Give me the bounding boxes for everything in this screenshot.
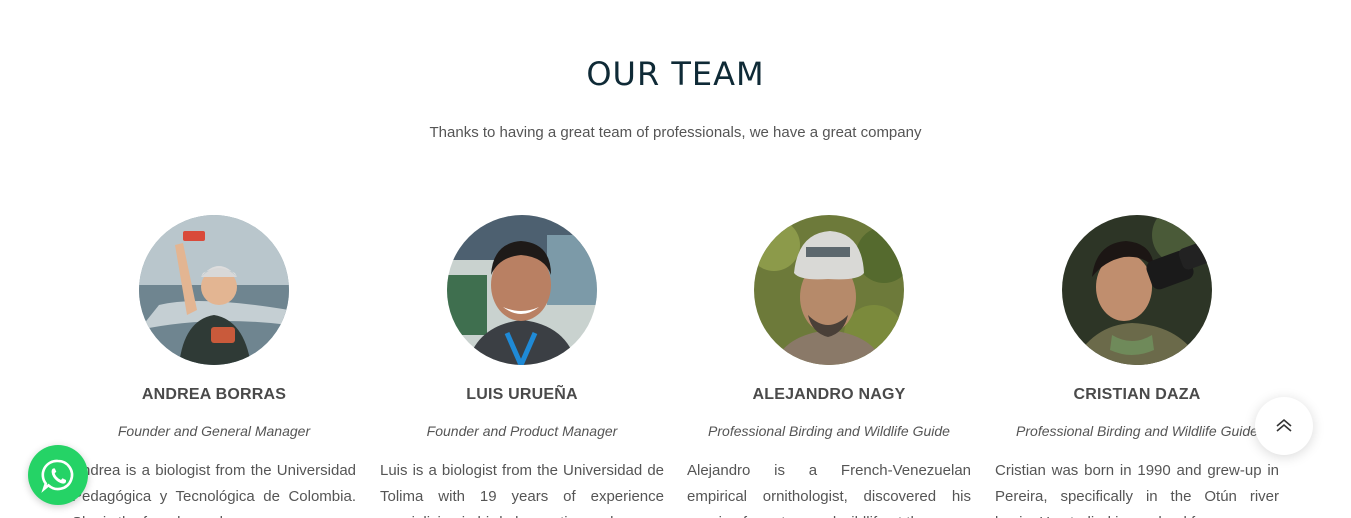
scroll-to-top-button[interactable] bbox=[1255, 397, 1313, 455]
double-chevron-up-icon bbox=[1276, 418, 1292, 432]
team-member-role: Founder and General Manager bbox=[117, 423, 311, 439]
team-member-card: ALEJANDRO NAGY Professional Birding and … bbox=[679, 215, 979, 518]
team-member-card: CRISTIAN DAZA Professional Birding and W… bbox=[987, 215, 1287, 518]
team-member-role: Professional Birding and Wildlife Guide bbox=[1016, 423, 1258, 439]
team-member-photo bbox=[1062, 215, 1212, 365]
team-member-name: ALEJANDRO NAGY bbox=[752, 386, 906, 403]
team-member-name: ANDREA BORRAS bbox=[141, 386, 287, 403]
whatsapp-icon bbox=[41, 459, 74, 493]
team-member-photo bbox=[139, 215, 289, 365]
team-member-name: LUIS URUEÑA bbox=[466, 386, 578, 403]
team-member-photo bbox=[447, 215, 597, 365]
team-member-bio: Luis is a biologist from the Universidad… bbox=[380, 462, 664, 518]
team-member-photo bbox=[754, 215, 904, 365]
team-member-card: LUIS URUEÑA Founder and Product Manager … bbox=[372, 215, 672, 518]
team-member-bio: Cristian was born in 1990 and grew-up in… bbox=[995, 462, 1279, 518]
team-member-role: Professional Birding and Wildlife Guide bbox=[708, 423, 950, 439]
team-member-card: ANDREA BORRAS Founder and General Manage… bbox=[64, 215, 364, 518]
whatsapp-chat-button[interactable] bbox=[28, 445, 88, 505]
section-title: OUR TEAM bbox=[586, 55, 765, 93]
team-member-name: CRISTIAN DAZA bbox=[1073, 386, 1201, 403]
team-member-role: Founder and Product Manager bbox=[426, 423, 618, 439]
team-member-bio: Alejandro is a French-Venezuelan empiric… bbox=[687, 462, 971, 518]
team-member-bio: Andrea is a biologist from the Universid… bbox=[72, 462, 356, 518]
section-subtitle: Thanks to having a great team of profess… bbox=[429, 124, 922, 141]
